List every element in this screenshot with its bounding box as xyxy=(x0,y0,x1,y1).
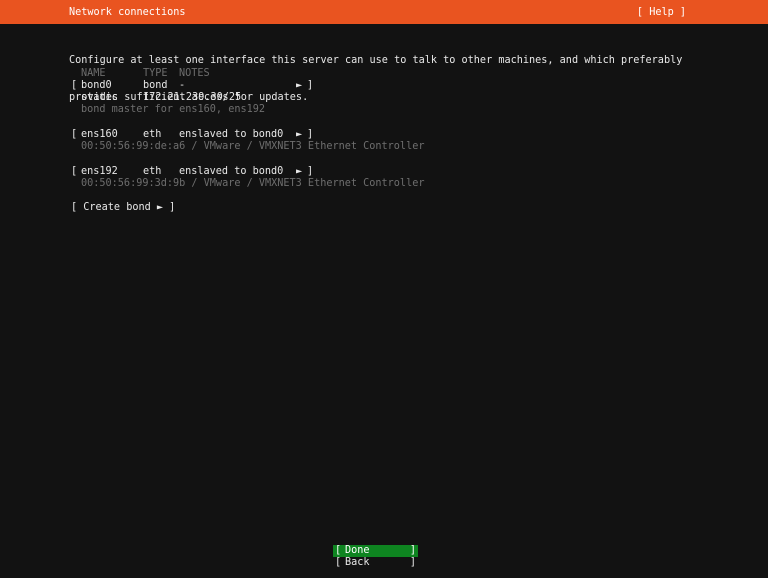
help-button[interactable]: [ Help ] xyxy=(637,7,686,19)
done-button[interactable]: [ Done ] xyxy=(333,545,418,557)
header-bar: Network connections [ Help ] xyxy=(0,0,768,24)
interface-info: 00:50:56:99:3d:9b / VMware / VMXNET3 Eth… xyxy=(81,178,424,190)
column-type: TYPE xyxy=(143,68,168,80)
expand-arrow-icon[interactable]: ► xyxy=(296,129,302,141)
ip-address: 172.21.239.30/25 xyxy=(143,92,241,104)
back-label: Back xyxy=(345,557,370,569)
button-bracket-close: ] xyxy=(410,545,416,557)
description-line-1: Configure at least one interface this se… xyxy=(69,55,682,67)
addr-method: static xyxy=(81,92,118,104)
page-title: Network connections xyxy=(69,7,186,19)
back-button[interactable]: [ Back ] xyxy=(333,557,418,569)
row-bracket-open: [ xyxy=(71,129,77,141)
button-bracket-open: [ xyxy=(335,545,341,557)
row-bracket-close: ] xyxy=(307,129,313,141)
interface-type: eth xyxy=(143,129,161,141)
interface-type: bond xyxy=(143,80,168,92)
interface-notes: enslaved to bond0 xyxy=(179,129,283,141)
interface-type: eth xyxy=(143,166,161,178)
interface-notes: - xyxy=(179,80,185,92)
column-notes: NOTES xyxy=(179,68,210,80)
row-bracket-open: [ xyxy=(71,166,77,178)
interface-notes: enslaved to bond0 xyxy=(179,166,283,178)
expand-arrow-icon[interactable]: ► xyxy=(296,166,302,178)
column-name: NAME xyxy=(81,68,106,80)
done-label: Done xyxy=(345,545,370,557)
row-bracket-open: [ xyxy=(71,80,77,92)
interface-info: bond master for ens160, ens192 xyxy=(81,104,265,116)
row-bracket-close: ] xyxy=(307,80,313,92)
create-bond-button[interactable]: [ Create bond ► ] xyxy=(71,202,175,214)
interface-row-ens160[interactable]: [ ens160 eth enslaved to bond0 ► ] 00:50… xyxy=(0,354,768,452)
button-bracket-close: ] xyxy=(410,557,416,569)
interface-name: ens160 xyxy=(81,129,118,141)
expand-arrow-icon[interactable]: ► xyxy=(296,80,302,92)
interface-name: ens192 xyxy=(81,166,118,178)
row-bracket-close: ] xyxy=(307,166,313,178)
interface-name: bond0 xyxy=(81,80,112,92)
interface-info: 00:50:56:99:de:a6 / VMware / VMXNET3 Eth… xyxy=(81,141,424,153)
button-bracket-open: [ xyxy=(335,557,341,569)
